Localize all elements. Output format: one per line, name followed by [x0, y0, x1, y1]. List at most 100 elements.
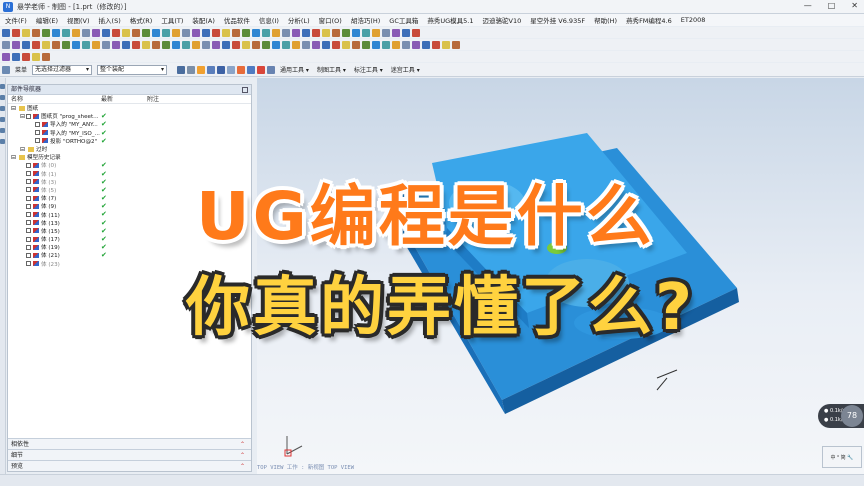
roles-icon[interactable]	[0, 106, 5, 111]
toolbar-tool-icon[interactable]	[22, 52, 30, 61]
toolbar-tool-icon[interactable]	[112, 40, 120, 49]
expand-icon[interactable]: ⊟	[20, 146, 26, 153]
column-uptodate[interactable]: 最新	[101, 95, 147, 103]
selection-filter-combo[interactable]: 无选择过滤器 ▾	[32, 64, 93, 75]
toolbar-tool-icon[interactable]	[22, 28, 30, 37]
snap-icon[interactable]	[267, 65, 276, 74]
menu-item[interactable]: 燕秀UG模具5.1	[427, 15, 473, 25]
visibility-checkbox[interactable]	[26, 179, 31, 185]
toolbar-tool-icon[interactable]	[12, 52, 20, 61]
toolbar-tool-icon[interactable]	[52, 28, 60, 37]
toolbar-tool-icon[interactable]	[272, 40, 280, 49]
visibility-checkbox[interactable]	[26, 236, 31, 242]
column-comment[interactable]: 附注	[147, 95, 159, 103]
close-button[interactable]: ✕	[851, 1, 858, 10]
menu-item[interactable]: 文件(F)	[5, 15, 27, 25]
visibility-checkbox[interactable]	[26, 171, 31, 177]
toolbar-tool-icon[interactable]	[232, 28, 240, 37]
toolbar-tool-icon[interactable]	[202, 28, 210, 37]
toolbar-tool-icon[interactable]	[422, 40, 430, 49]
expand-icon[interactable]: ⊟	[11, 154, 17, 161]
panel-preview[interactable]: 预览 ⌃	[8, 460, 251, 471]
toolbar-tool-icon[interactable]	[412, 40, 420, 49]
group-maze-tools[interactable]: 迷宫工具 ▾	[391, 65, 420, 74]
toolbar-tool-icon[interactable]	[322, 28, 330, 37]
menu-item[interactable]: 视图(V)	[67, 15, 90, 25]
menu-button[interactable]: 菜单	[15, 65, 27, 74]
toolbar-tool-icon[interactable]	[82, 28, 90, 37]
toolbar-tool-icon[interactable]	[122, 28, 130, 37]
toolbar-tool-icon[interactable]	[42, 28, 50, 37]
toolbar-tool-icon[interactable]	[212, 40, 220, 49]
tree-node[interactable]: 导入的 "MY_ANY... ✔	[8, 120, 251, 128]
maximize-button[interactable]: □	[828, 1, 836, 10]
toolbar-tool-icon[interactable]	[142, 28, 150, 37]
menu-item[interactable]: 窗口(O)	[319, 15, 342, 25]
toolbar-tool-icon[interactable]	[82, 40, 90, 49]
visibility-checkbox[interactable]	[26, 195, 31, 201]
visibility-checkbox[interactable]	[26, 187, 31, 193]
toolbar-tool-icon[interactable]	[352, 28, 360, 37]
menu-item[interactable]: ET2008	[681, 16, 706, 24]
toolbar-tool-icon[interactable]	[382, 40, 390, 49]
menu-item[interactable]: 分析(L)	[288, 15, 310, 25]
visibility-checkbox[interactable]	[35, 138, 40, 144]
toolbar-tool-icon[interactable]	[192, 28, 200, 37]
toolbar-tool-icon[interactable]	[12, 28, 20, 37]
toolbar-tool-icon[interactable]	[412, 28, 420, 37]
toolbar-tool-icon[interactable]	[152, 40, 160, 49]
toolbar-tool-icon[interactable]	[242, 28, 250, 37]
toolbar-tool-icon[interactable]	[152, 28, 160, 37]
panel-dependencies[interactable]: 相依性 ⌃	[8, 438, 251, 449]
menu-icon[interactable]	[2, 65, 10, 74]
pin-icon[interactable]	[242, 87, 248, 93]
toolbar-tool-icon[interactable]	[252, 28, 260, 37]
toolbar-tool-icon[interactable]	[452, 40, 460, 49]
menu-item[interactable]: 迈迪骆驼V10	[483, 15, 522, 25]
menu-item[interactable]: 信息(I)	[259, 15, 279, 25]
toolbar-tool-icon[interactable]	[2, 40, 10, 49]
tree-node[interactable]: 投影 "ORTHO@2" ✔	[8, 137, 251, 145]
toolbar-tool-icon[interactable]	[312, 40, 320, 49]
toolbar-tool-icon[interactable]	[282, 40, 290, 49]
toolbar-tool-icon[interactable]	[352, 40, 360, 49]
toolbar-tool-icon[interactable]	[62, 28, 70, 37]
toolbar-tool-icon[interactable]	[32, 28, 40, 37]
visibility-checkbox[interactable]	[35, 121, 40, 127]
snap-icon[interactable]	[177, 65, 186, 74]
menu-item[interactable]: 星空外挂 V6.935F	[530, 15, 585, 25]
toolbar-tool-icon[interactable]	[182, 28, 190, 37]
toolbar-tool-icon[interactable]	[132, 28, 140, 37]
snap-icon[interactable]	[187, 65, 196, 74]
toolbar-tool-icon[interactable]	[22, 40, 30, 49]
toolbar-tool-icon[interactable]	[292, 40, 300, 49]
toolbar-tool-icon[interactable]	[172, 40, 180, 49]
input-method-bar[interactable]: 中 ⁰ 简 🔧	[822, 446, 862, 468]
toolbar-tool-icon[interactable]	[162, 40, 170, 49]
toolbar-tool-icon[interactable]	[32, 40, 40, 49]
menu-item[interactable]: 工具(T)	[161, 15, 183, 25]
toolbar-tool-icon[interactable]	[102, 40, 110, 49]
toolbar-tool-icon[interactable]	[262, 40, 270, 49]
toolbar-tool-icon[interactable]	[72, 40, 80, 49]
toolbar-tool-icon[interactable]	[112, 28, 120, 37]
selection-scope-combo[interactable]: 整个装配 ▾	[97, 64, 168, 75]
tree-node[interactable]: 导入的 "MY_ISO_... ✔	[8, 129, 251, 137]
menu-item[interactable]: 帮助(H)	[594, 15, 617, 25]
toolbar-tool-icon[interactable]	[52, 40, 60, 49]
toolbar-tool-icon[interactable]	[322, 40, 330, 49]
toolbar-tool-icon[interactable]	[432, 40, 440, 49]
menu-item[interactable]: 燕秀FM编程4.6	[626, 15, 672, 25]
visibility-checkbox[interactable]	[26, 244, 31, 250]
toolbar-tool-icon[interactable]	[62, 40, 70, 49]
visibility-checkbox[interactable]	[26, 252, 31, 258]
toolbar-tool-icon[interactable]	[272, 28, 280, 37]
menu-item[interactable]: 编辑(E)	[36, 15, 58, 25]
visibility-checkbox[interactable]	[26, 228, 31, 234]
toolbar-tool-icon[interactable]	[262, 28, 270, 37]
snap-icon[interactable]	[257, 65, 266, 74]
toolbar-tool-icon[interactable]	[182, 40, 190, 49]
toolbar-tool-icon[interactable]	[332, 40, 340, 49]
visibility-checkbox[interactable]	[26, 220, 31, 226]
visibility-checkbox[interactable]	[26, 113, 31, 119]
